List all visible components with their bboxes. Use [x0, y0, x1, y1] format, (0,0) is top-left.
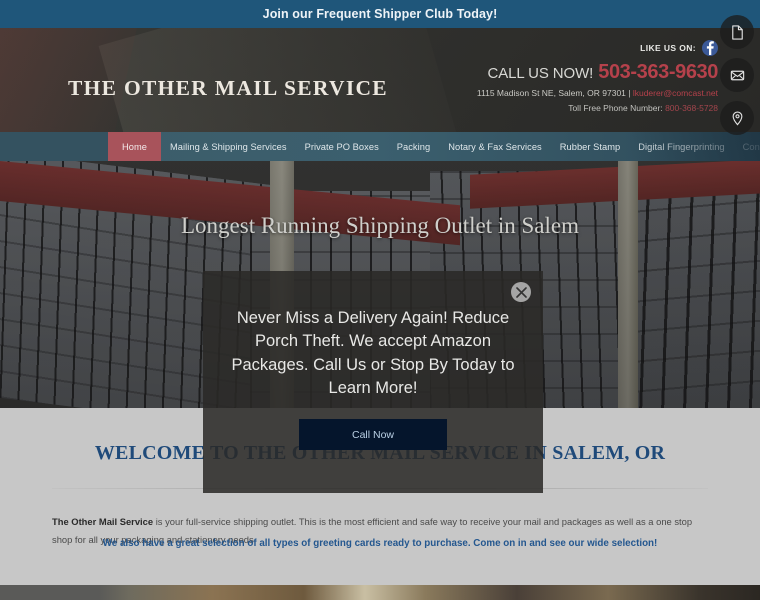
- social-row: LIKE US ON:: [477, 40, 718, 56]
- facebook-icon[interactable]: [702, 40, 718, 56]
- call-us-label: CALL US NOW!: [487, 65, 594, 82]
- announcement-bar[interactable]: Join our Frequent Shipper Club Today!: [0, 0, 760, 28]
- toll-free-label: Toll Free Phone Number:: [568, 102, 666, 113]
- location-pin-icon[interactable]: [720, 101, 754, 135]
- nav-item-home[interactable]: Home: [108, 132, 161, 161]
- toll-free-line: Toll Free Phone Number: 800-368-5728: [477, 103, 718, 114]
- envelope-icon[interactable]: [720, 58, 754, 92]
- hero-caption: Longest Running Shipping Outlet in Salem: [180, 213, 580, 238]
- promo-modal: Never Miss a Delivery Again! Reduce Porc…: [203, 271, 543, 493]
- nav-item-contact-us[interactable]: Contact Us: [734, 132, 760, 161]
- nav-item-notary-fax-services[interactable]: Notary & Fax Services: [439, 132, 551, 161]
- page-root: Join our Frequent Shipper Club Today! TH…: [0, 0, 760, 600]
- intro-paragraph-bold: The Other Mail Service: [52, 516, 154, 527]
- nav-item-rubber-stamp[interactable]: Rubber Stamp: [551, 132, 630, 161]
- modal-message: Never Miss a Delivery Again! Reduce Porc…: [231, 309, 515, 398]
- phone-number-link[interactable]: 503-363-9630: [598, 60, 718, 85]
- site-header: THE OTHER MAIL SERVICE LIKE US ON: CALL …: [0, 28, 760, 132]
- address-line: 1115 Madison St NE, Salem, OR 97301 | lk…: [477, 88, 718, 99]
- call-now-button[interactable]: Call Now: [299, 419, 447, 450]
- site-logo[interactable]: THE OTHER MAIL SERVICE: [68, 76, 388, 101]
- announcement-text: Join our Frequent Shipper Club Today!: [262, 7, 498, 21]
- floating-side-rail: [720, 15, 754, 135]
- nav-item-digital-fingerprinting[interactable]: Digital Fingerprinting: [629, 132, 733, 161]
- call-row: CALL US NOW! 503-363-9630: [477, 60, 718, 85]
- nav-item-mailing-shipping-services[interactable]: Mailing & Shipping Services: [161, 132, 296, 161]
- street-address: 1115 Madison St NE, Salem, OR 97301 |: [476, 88, 633, 98]
- nav-item-packing[interactable]: Packing: [388, 132, 439, 161]
- toll-free-number[interactable]: 800-368-5728: [665, 103, 718, 113]
- document-icon[interactable]: [720, 15, 754, 49]
- header-contact-block: LIKE US ON: CALL US NOW! 503-363-9630 11…: [477, 40, 718, 113]
- email-link[interactable]: lkuderer@comcast.net: [633, 88, 718, 98]
- like-us-label: LIKE US ON:: [640, 42, 696, 53]
- nav-list: Home Mailing & Shipping Services Private P…: [108, 132, 760, 161]
- bottom-image-strip: [0, 585, 760, 600]
- nav-item-private-po-boxes[interactable]: Private PO Boxes: [296, 132, 388, 161]
- main-navigation: Home Mailing & Shipping Services Private P…: [0, 132, 760, 161]
- close-icon[interactable]: [511, 282, 531, 302]
- greeting-cards-promo: We also have a great selection of all ty…: [102, 538, 658, 549]
